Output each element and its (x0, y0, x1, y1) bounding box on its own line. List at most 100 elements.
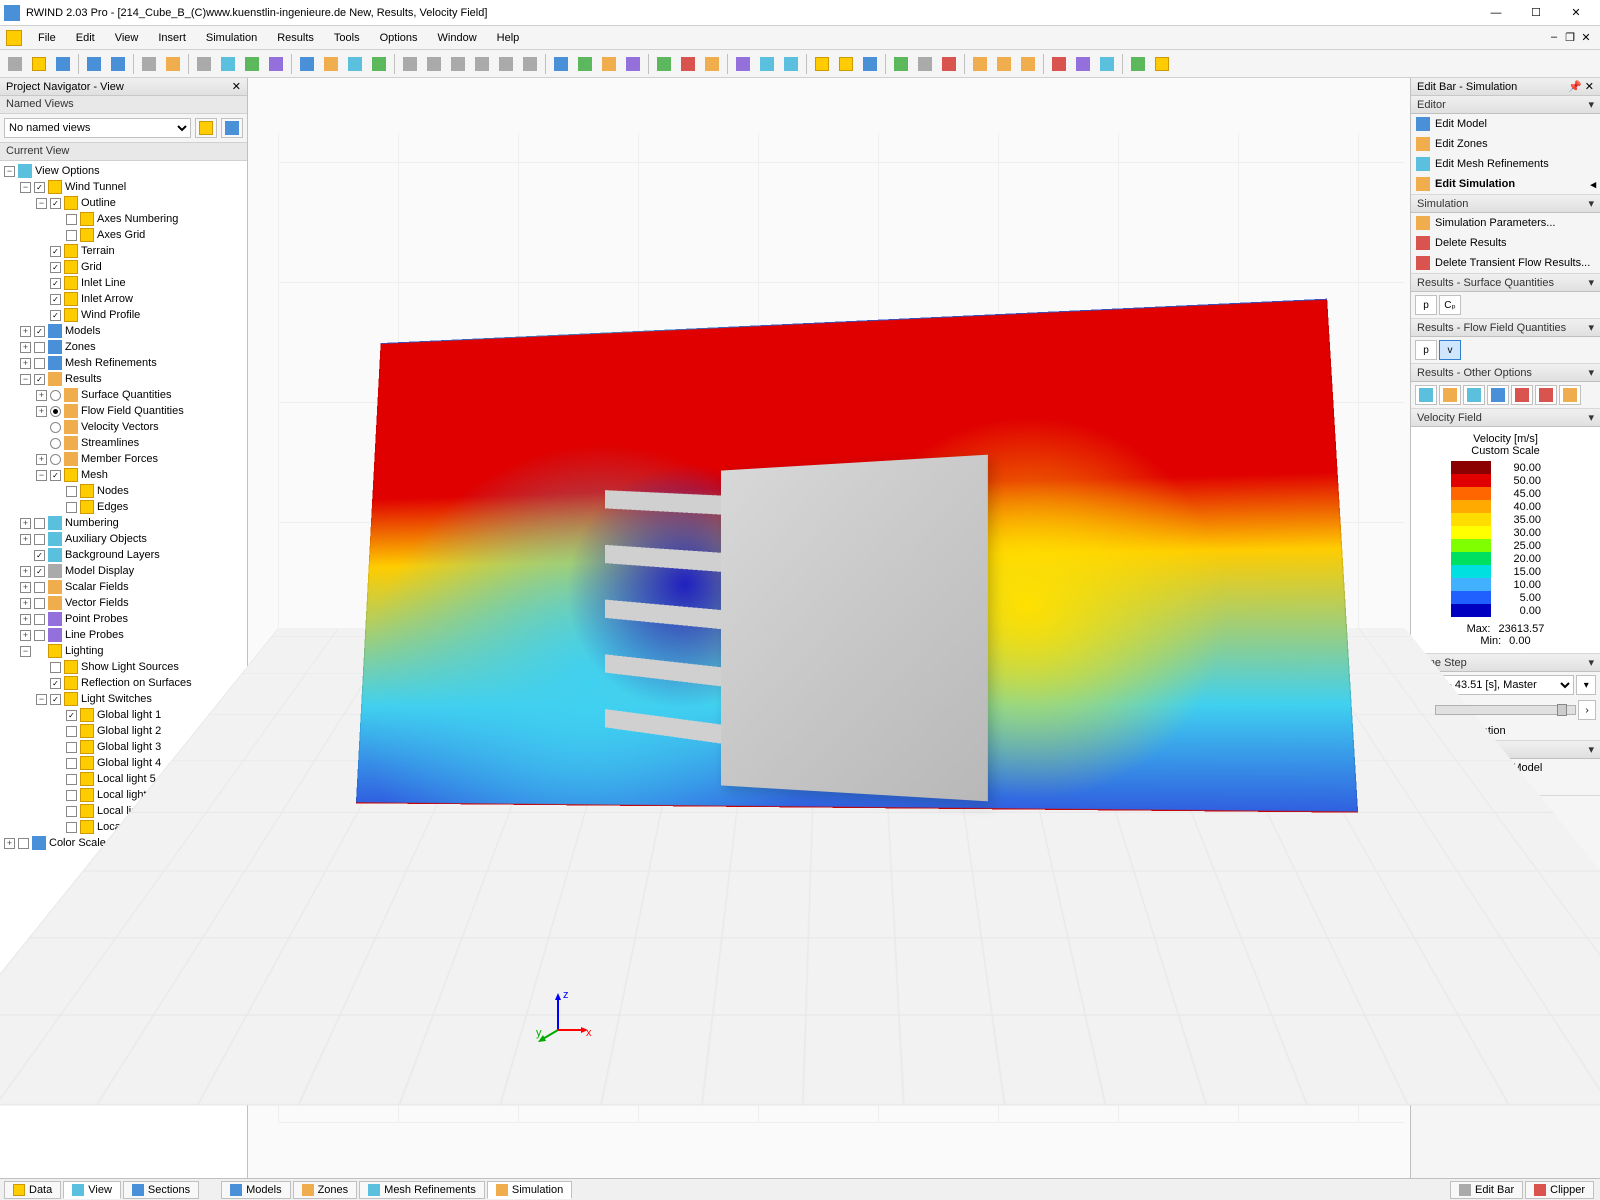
tool-g-icon[interactable] (1127, 53, 1149, 75)
node-flow-field-quantities[interactable]: Flow Field Quantities (81, 405, 184, 417)
tab-mesh-refinements[interactable]: Mesh Refinements (359, 1181, 485, 1199)
menu-results[interactable]: Results (267, 29, 324, 47)
node-light-switches[interactable]: Light Switches (81, 693, 152, 705)
snapshot-icon[interactable] (914, 53, 936, 75)
model-icon[interactable] (296, 53, 318, 75)
node-view-options[interactable]: View Options (35, 165, 100, 177)
node-mesh-refinements[interactable]: Mesh Refinements (65, 357, 157, 369)
run-icon[interactable] (653, 53, 675, 75)
node-color-scale[interactable]: Color Scale (49, 837, 106, 849)
pin-icon[interactable]: 📌 (1568, 81, 1582, 93)
other-opt-5-button[interactable] (1511, 385, 1533, 405)
delete-transient-button[interactable]: Delete Transient Flow Results... (1411, 253, 1600, 273)
tool-a-icon[interactable] (969, 53, 991, 75)
other-opt-7-button[interactable] (1559, 385, 1581, 405)
node-line-probes[interactable]: Line Probes (65, 629, 124, 641)
node-velocity-vectors[interactable]: Velocity Vectors (81, 421, 159, 433)
minimize-button[interactable]: — (1476, 1, 1516, 25)
tab-zones[interactable]: Zones (293, 1181, 358, 1199)
zoom-icon[interactable] (193, 53, 215, 75)
simulation-params-button[interactable]: Simulation Parameters... (1411, 213, 1600, 233)
section-icon[interactable] (732, 53, 754, 75)
video-icon[interactable] (938, 53, 960, 75)
tab-clipper[interactable]: Clipper (1525, 1181, 1594, 1199)
flow-v-button[interactable]: v (1439, 340, 1461, 360)
node-numbering[interactable]: Numbering (65, 517, 119, 529)
node-mesh[interactable]: Mesh (81, 469, 108, 481)
3d-viewport[interactable]: z x y (248, 78, 1410, 1178)
node-model-display[interactable]: Model Display (65, 565, 134, 577)
doc-close-button[interactable]: ✕ (1578, 31, 1594, 44)
edit-zones-button[interactable]: Edit Zones (1411, 134, 1600, 154)
tab-edit-bar[interactable]: Edit Bar (1450, 1181, 1523, 1199)
node-grid[interactable]: Grid (81, 261, 102, 273)
node-global-light-4[interactable]: Global light 4 (97, 757, 161, 769)
poly-icon[interactable] (495, 53, 517, 75)
tool-c-icon[interactable] (1017, 53, 1039, 75)
node-show-light-sources[interactable]: Show Light Sources (81, 661, 179, 673)
node-scalar-fields[interactable]: Scalar Fields (65, 581, 129, 593)
menu-file[interactable]: File (28, 29, 66, 47)
line-probe-icon[interactable] (835, 53, 857, 75)
open-icon[interactable] (28, 53, 50, 75)
tab-simulation[interactable]: Simulation (487, 1181, 572, 1199)
measure-icon[interactable] (162, 53, 184, 75)
node-inlet-line[interactable]: Inlet Line (81, 277, 126, 289)
node-member-forces[interactable]: Member Forces (81, 453, 158, 465)
node-terrain[interactable]: Terrain (81, 245, 115, 257)
new-icon[interactable] (4, 53, 26, 75)
flow-p-button[interactable]: p (1415, 340, 1437, 360)
views-icon[interactable] (217, 53, 239, 75)
edit-simulation-button[interactable]: Edit Simulation◂ (1411, 174, 1600, 194)
node-background-layers[interactable]: Background Layers (65, 549, 160, 561)
chevron-down-icon[interactable]: ▾ (1588, 321, 1594, 334)
node-wind-tunnel[interactable]: Wind Tunnel (65, 181, 126, 193)
menu-window[interactable]: Window (428, 29, 487, 47)
other-opt-1-button[interactable] (1415, 385, 1437, 405)
export-icon[interactable] (890, 53, 912, 75)
close-button[interactable]: ✕ (1556, 1, 1596, 25)
chevron-down-icon[interactable]: ▾ (1588, 98, 1594, 111)
node-surface-quantities[interactable]: Surface Quantities (81, 389, 172, 401)
render-icon[interactable] (265, 53, 287, 75)
manage-views-button[interactable] (221, 118, 243, 138)
chevron-down-icon[interactable]: ▾ (1588, 743, 1594, 756)
tab-data[interactable]: Data (4, 1181, 61, 1199)
tab-view[interactable]: View (63, 1181, 121, 1199)
node-reflection[interactable]: Reflection on Surfaces (81, 677, 192, 689)
chevron-down-icon[interactable]: ▾ (1588, 366, 1594, 379)
time-step-dropdown-button[interactable]: ▾ (1576, 675, 1596, 695)
edit-mesh-button[interactable]: Edit Mesh Refinements (1411, 154, 1600, 174)
rotate-icon[interactable] (598, 53, 620, 75)
node-vector-fields[interactable]: Vector Fields (65, 597, 129, 609)
node-wind-profile[interactable]: Wind Profile (81, 309, 140, 321)
move-icon[interactable] (574, 53, 596, 75)
undo-icon[interactable] (83, 53, 105, 75)
cylinder-icon[interactable] (423, 53, 445, 75)
node-global-light-2[interactable]: Global light 2 (97, 725, 161, 737)
copy-icon[interactable] (550, 53, 572, 75)
refine-icon[interactable] (368, 53, 390, 75)
panel-close-icon[interactable]: ✕ (1585, 81, 1594, 93)
doc-restore-button[interactable]: ❐ (1562, 31, 1578, 44)
menu-help[interactable]: Help (487, 29, 530, 47)
tool-e-icon[interactable] (1072, 53, 1094, 75)
time-step-slider[interactable] (1435, 705, 1576, 715)
other-opt-6-button[interactable] (1535, 385, 1557, 405)
node-local-light-5[interactable]: Local light 5 (97, 773, 156, 785)
node-point-probes[interactable]: Point Probes (65, 613, 128, 625)
node-lighting[interactable]: Lighting (65, 645, 104, 657)
save-view-button[interactable] (195, 118, 217, 138)
tool-h-icon[interactable] (1151, 53, 1173, 75)
iso-icon[interactable] (241, 53, 263, 75)
menu-edit[interactable]: Edit (66, 29, 105, 47)
menu-insert[interactable]: Insert (148, 29, 196, 47)
chevron-down-icon[interactable]: ▾ (1588, 197, 1594, 210)
surface-cp-button[interactable]: Cₚ (1439, 295, 1461, 315)
tool-f-icon[interactable] (1096, 53, 1118, 75)
results-icon[interactable] (701, 53, 723, 75)
delete-results-button[interactable]: Delete Results (1411, 233, 1600, 253)
probe-icon[interactable] (811, 53, 833, 75)
node-nodes[interactable]: Nodes (97, 485, 129, 497)
stop-icon[interactable] (677, 53, 699, 75)
